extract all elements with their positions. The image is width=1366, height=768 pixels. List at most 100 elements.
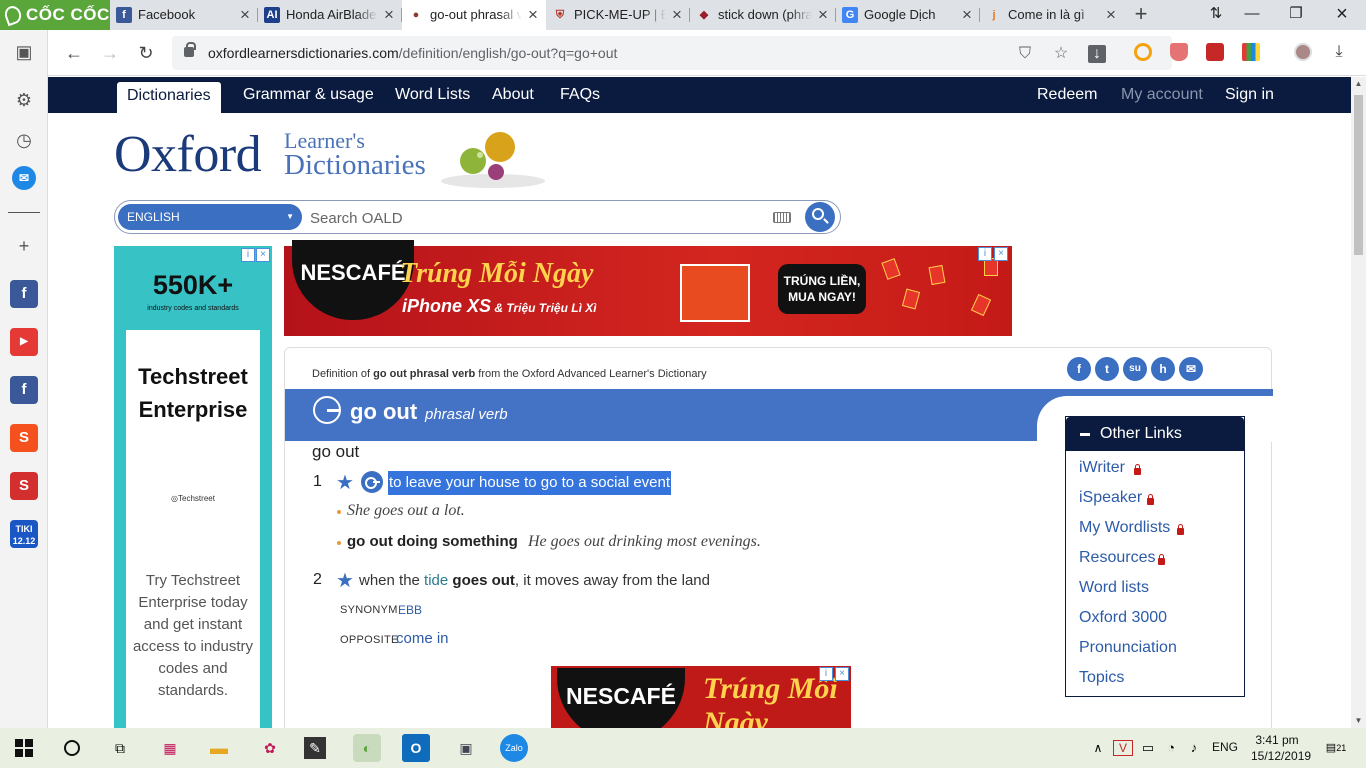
- star-icon[interactable]: ★: [336, 473, 356, 493]
- volume-icon[interactable]: ♪: [1184, 734, 1204, 762]
- show-hidden-icons[interactable]: ∧: [1088, 734, 1108, 762]
- calendar-app-icon[interactable]: ▦: [156, 734, 184, 762]
- adchoices-icon[interactable]: i: [819, 667, 833, 681]
- link-word-lists[interactable]: Word lists: [1079, 579, 1149, 597]
- language-select[interactable]: ENGLISH ▼: [118, 204, 302, 230]
- minimize-button[interactable]: —: [1232, 0, 1272, 30]
- link-my-wordlists[interactable]: My Wordlists: [1079, 519, 1170, 537]
- profile-avatar[interactable]: [1294, 43, 1312, 61]
- windows-start-icon[interactable]: [10, 734, 38, 762]
- messenger-icon[interactable]: ✉: [12, 166, 36, 190]
- forward-button[interactable]: →: [97, 40, 123, 66]
- address-bar[interactable]: oxfordlearnersdictionaries.com/definitio…: [172, 36, 1172, 70]
- shopee-shortcut-icon[interactable]: S: [10, 424, 38, 452]
- youtube-shortcut-icon[interactable]: ▶: [10, 328, 38, 356]
- maximize-button[interactable]: ❐: [1276, 0, 1316, 30]
- shield-icon[interactable]: ⛉: [1016, 45, 1034, 63]
- tab-come-in[interactable]: j Come in là gì ×: [980, 0, 1124, 30]
- close-tab-icon[interactable]: ×: [960, 0, 974, 30]
- file-explorer-icon[interactable]: ▬: [205, 734, 233, 762]
- tab-search-icon[interactable]: ⇅: [1196, 0, 1236, 30]
- search-button[interactable]: [805, 202, 835, 232]
- nav-faqs[interactable]: FAQs: [560, 77, 600, 113]
- ad-nescafe-inline[interactable]: NESCAFÉ Trúng Mỗi Ngày i ×: [551, 666, 851, 728]
- link-pronunciation[interactable]: Pronunciation: [1079, 639, 1177, 657]
- close-tab-icon[interactable]: ×: [238, 0, 252, 30]
- extension-coccoc-icon[interactable]: [1134, 43, 1152, 61]
- unikey-icon[interactable]: ▣: [452, 734, 480, 762]
- bookmark-star-icon[interactable]: ☆: [1052, 45, 1070, 63]
- tab-facebook[interactable]: f Facebook ×: [110, 0, 258, 30]
- unikey-tray-icon[interactable]: V: [1113, 740, 1133, 756]
- keyboard-icon[interactable]: [773, 212, 791, 223]
- tab-stick-down[interactable]: ◆ stick down (phrasal verb) ×: [690, 0, 836, 30]
- stumbleupon-share-icon[interactable]: su: [1123, 357, 1147, 381]
- nav-sign-in[interactable]: Sign in: [1225, 77, 1274, 113]
- outlook-icon[interactable]: O: [402, 734, 430, 762]
- link-iwriter[interactable]: iWriter: [1079, 459, 1125, 477]
- zalo-icon[interactable]: Zalo: [500, 734, 528, 762]
- reload-button[interactable]: ↻: [133, 40, 159, 66]
- nav-grammar-usage[interactable]: Grammar & usage: [243, 77, 374, 113]
- tab-honda[interactable]: AI Honda AirBlade ×: [258, 0, 402, 30]
- tab-go-out[interactable]: ● go-out phrasal verb ×: [402, 0, 546, 30]
- twitter-share-icon[interactable]: t: [1095, 357, 1119, 381]
- nav-my-account[interactable]: My account: [1121, 77, 1203, 113]
- clock[interactable]: 3:41 pm 15/12/2019: [1251, 732, 1311, 764]
- opposite-link[interactable]: come in: [396, 630, 449, 647]
- paint-app-icon[interactable]: ✿: [256, 734, 284, 762]
- coccoc-logo[interactable]: CỐC CỐC: [0, 0, 110, 30]
- star-icon[interactable]: ★: [336, 571, 356, 591]
- hi5-share-icon[interactable]: h: [1151, 357, 1175, 381]
- extension-shield-icon[interactable]: [1170, 43, 1188, 61]
- adchoices-icon[interactable]: i: [978, 247, 992, 261]
- ad-close-icon[interactable]: ×: [256, 248, 270, 262]
- ad-close-icon[interactable]: ×: [835, 667, 849, 681]
- scroll-up-arrow-icon[interactable]: ▲: [1351, 77, 1366, 91]
- nav-redeem[interactable]: Redeem: [1037, 77, 1097, 113]
- sidebar-toggle-icon[interactable]: ▣: [10, 38, 38, 66]
- wifi-icon[interactable]: ◔: [1161, 734, 1181, 762]
- oxford3000-key-icon[interactable]: [313, 396, 341, 424]
- add-shortcut-icon[interactable]: +: [10, 232, 38, 260]
- close-tab-icon[interactable]: ×: [526, 0, 540, 30]
- tab-pick-me-up[interactable]: ⛨ PICK-ME-UP | Định nghĩa ×: [546, 0, 690, 30]
- close-window-button[interactable]: ×: [1322, 0, 1362, 30]
- action-center-icon[interactable]: ▤21: [1322, 734, 1350, 762]
- search-input[interactable]: [310, 205, 770, 231]
- ad-close-icon[interactable]: ×: [994, 247, 1008, 261]
- nav-about[interactable]: About: [492, 77, 534, 113]
- ad-nescafe-banner[interactable]: NESCAFÉ Trúng Mỗi Ngày iPhone XS & Triệu…: [284, 240, 1012, 336]
- back-button[interactable]: ←: [61, 40, 87, 66]
- link-oxford-3000[interactable]: Oxford 3000: [1079, 609, 1167, 627]
- ad-techstreet[interactable]: i × 550K+ industry codes and standards T…: [114, 246, 272, 728]
- scroll-down-arrow-icon[interactable]: ▼: [1351, 714, 1366, 728]
- tide-link[interactable]: tide: [424, 572, 448, 589]
- adchoices-icon[interactable]: i: [241, 248, 255, 262]
- input-language[interactable]: ENG: [1212, 740, 1238, 754]
- logo-dictionaries-text[interactable]: Dictionaries: [284, 149, 426, 182]
- close-tab-icon[interactable]: ×: [1104, 0, 1118, 30]
- close-tab-icon[interactable]: ×: [670, 0, 684, 30]
- history-icon[interactable]: ◷: [10, 126, 38, 154]
- close-tab-icon[interactable]: ×: [816, 0, 830, 30]
- synonym-link[interactable]: EBB: [398, 603, 422, 617]
- link-ispeaker[interactable]: iSpeaker: [1079, 489, 1142, 507]
- battery-icon[interactable]: ▭: [1138, 734, 1158, 762]
- url-text[interactable]: oxfordlearnersdictionaries.com/definitio…: [208, 36, 617, 70]
- sendo-shortcut-icon[interactable]: S: [10, 472, 38, 500]
- coccoc-taskbar-icon[interactable]: ◐: [353, 734, 381, 762]
- settings-gear-icon[interactable]: ⚙: [10, 86, 38, 114]
- email-share-icon[interactable]: ✉: [1179, 357, 1203, 381]
- sticky-notes-icon[interactable]: ✎: [304, 737, 326, 759]
- page-scrollbar[interactable]: ▲ ▼: [1351, 77, 1366, 728]
- logo-oxford-text[interactable]: Oxford: [114, 125, 262, 184]
- nav-dictionaries[interactable]: Dictionaries: [117, 82, 221, 113]
- download-page-icon[interactable]: ↓: [1088, 45, 1106, 63]
- link-resources[interactable]: Resources: [1079, 549, 1155, 567]
- new-tab-button[interactable]: +: [1130, 0, 1152, 30]
- scroll-thumb[interactable]: [1354, 95, 1363, 255]
- task-view-icon[interactable]: ⧉: [106, 734, 134, 762]
- close-tab-icon[interactable]: ×: [382, 0, 396, 30]
- extension-red-icon[interactable]: [1206, 43, 1224, 61]
